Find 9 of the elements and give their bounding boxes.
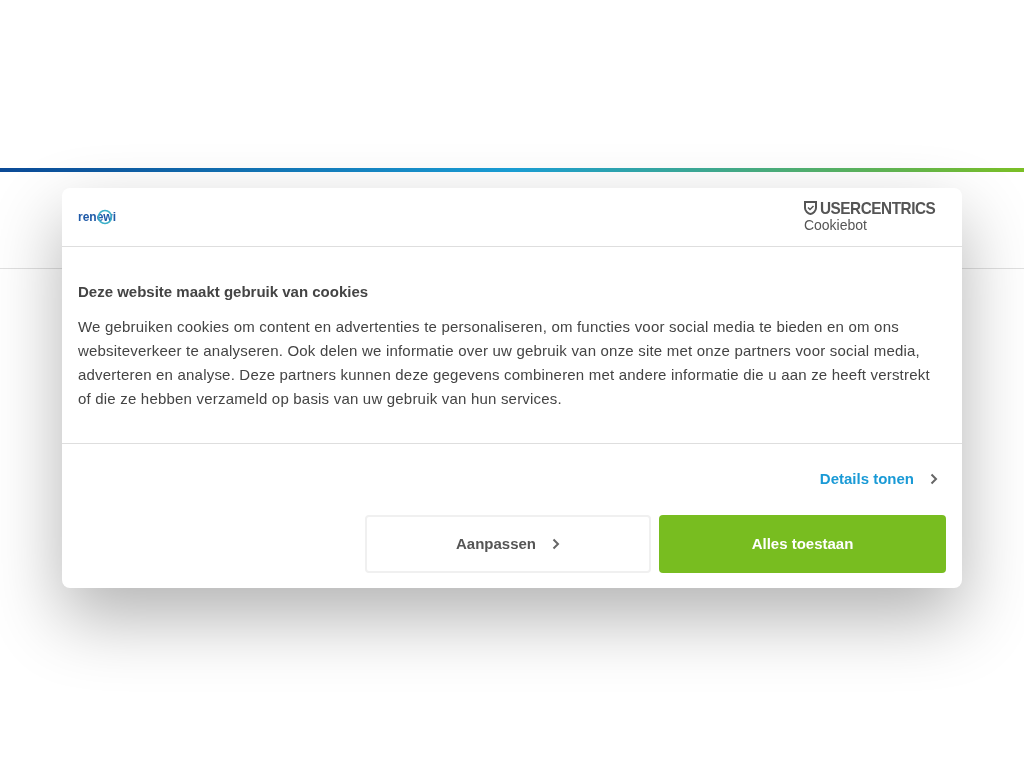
chevron-right-icon (552, 538, 560, 550)
customize-button[interactable]: Aanpassen (365, 515, 651, 573)
provider-logo: USERCENTRICS Cookiebot (803, 199, 937, 235)
chevron-right-icon (930, 472, 938, 485)
dialog-title: Deze website maakt gebruik van cookies (78, 282, 370, 302)
dialog-text: We gebruiken cookies om content en advertenties te personaliseren, om functies voor social media te bieden en om ons websiteverkeer te analyseren. Ook delen we informatie over uw gebruik van onze site met onze partners voor social media, adverteren en analyse. Deze partners kunnen deze gegevens combineren met andere informatie die u aan ze heeft verstrekt of die ze hebben verzameld op basis van uw gebruik van hun services. (78, 316, 931, 409)
allow-all-button[interactable]: Alles toestaan (659, 515, 946, 573)
shield-icon (803, 201, 817, 216)
details-link[interactable]: Details tonen (819, 467, 938, 490)
